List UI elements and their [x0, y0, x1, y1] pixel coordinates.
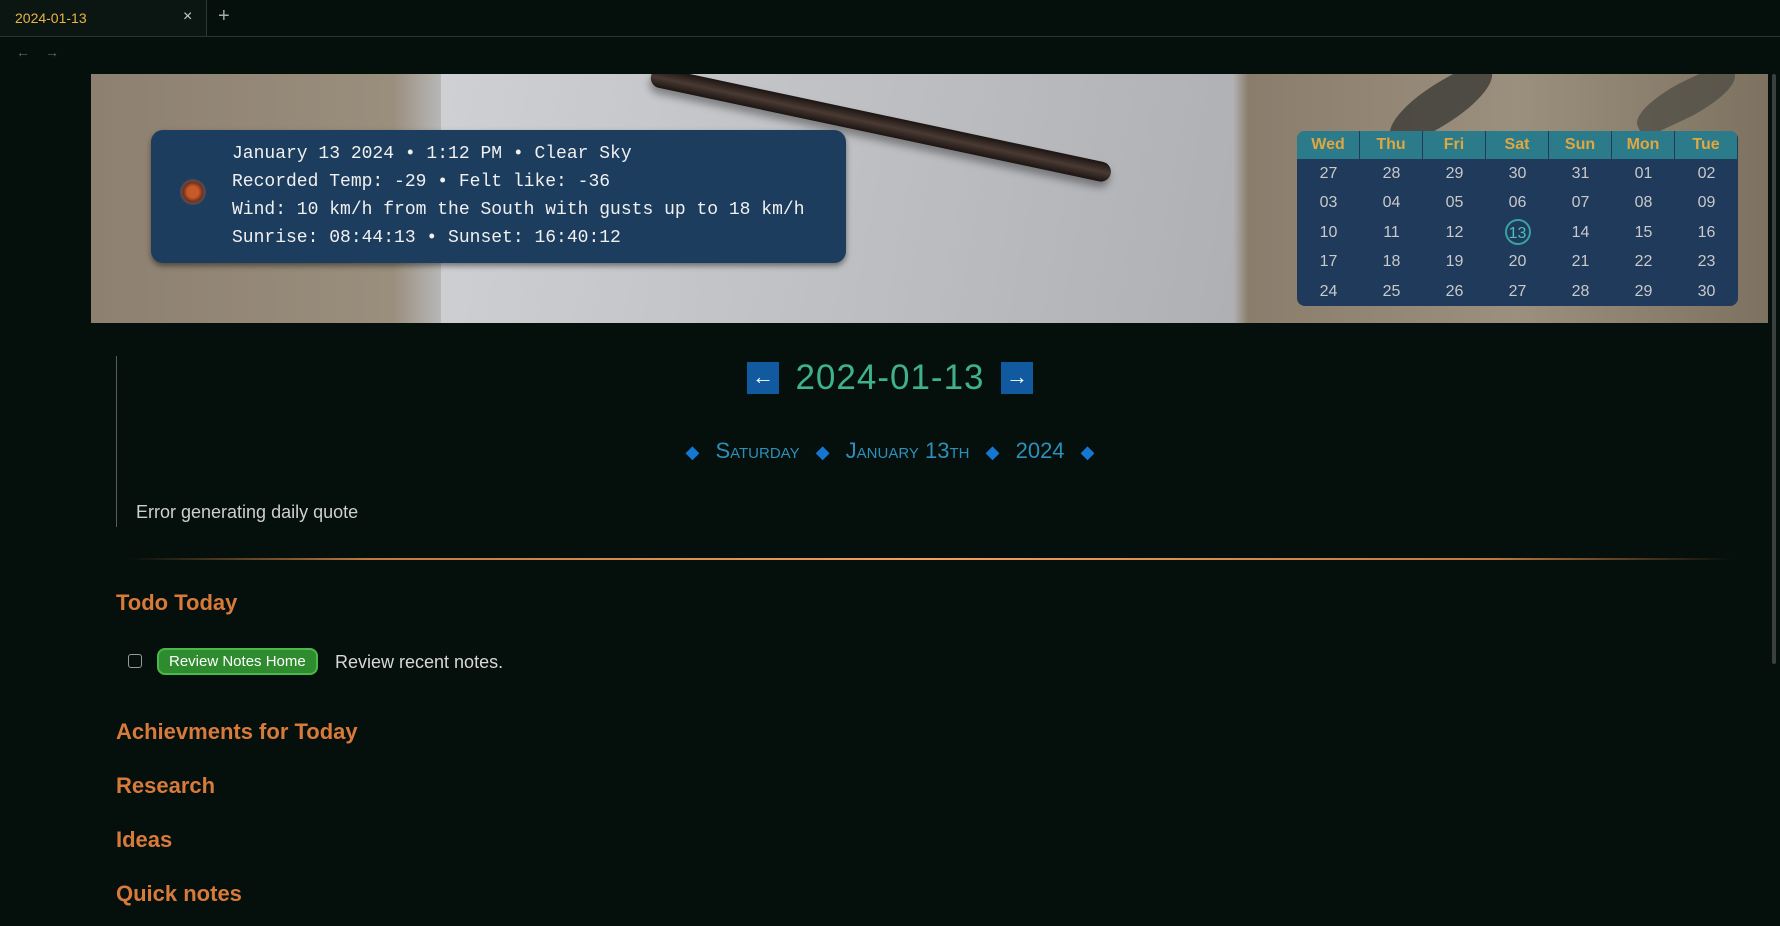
calendar-day[interactable]: 04: [1360, 188, 1423, 217]
calendar-day[interactable]: 11: [1360, 218, 1423, 247]
calendar-header: Wed Thu Fri Sat Sun Mon Tue: [1297, 131, 1738, 159]
calendar-day[interactable]: 20: [1486, 247, 1549, 276]
calendar-day[interactable]: 30: [1675, 277, 1738, 306]
calendar-weekday: Sat: [1486, 131, 1549, 159]
calendar-day[interactable]: 03: [1297, 188, 1360, 217]
banner-image: January 13 2024 • 1:12 PM • Clear Sky Rec…: [91, 74, 1768, 323]
next-day-button[interactable]: →: [1000, 362, 1033, 394]
heading-achievements: Achievments for Today: [116, 719, 358, 744]
todo-text: Review recent notes.: [335, 652, 504, 672]
tab-bar: 2024-01-13 × +: [0, 0, 1780, 37]
calendar-day[interactable]: 30: [1486, 159, 1549, 188]
review-notes-tag[interactable]: Review Notes Home: [157, 648, 318, 675]
divider: [128, 558, 1733, 560]
weather-line-date: January 13 2024 • 1:12 PM • Clear Sky: [232, 144, 632, 164]
calendar-day[interactable]: 28: [1549, 277, 1612, 306]
calendar-weekday: Wed: [1297, 131, 1360, 159]
date-navigation: ← 2024-01-13 →: [0, 358, 1780, 404]
calendar-day[interactable]: 17: [1297, 247, 1360, 276]
calendar-day[interactable]: 10: [1297, 218, 1360, 247]
calendar-week: 24 25 26 27 28 29 30: [1297, 277, 1738, 306]
calendar-week: 27 28 29 30 31 01 02: [1297, 159, 1738, 188]
calendar-day[interactable]: 29: [1423, 159, 1486, 188]
calendar-day[interactable]: 12: [1423, 218, 1486, 247]
calendar-today-label: 13: [1504, 218, 1531, 245]
sun-icon: [183, 182, 203, 202]
calendar-day[interactable]: 25: [1360, 277, 1423, 306]
daily-quote: Error generating daily quote: [136, 502, 359, 522]
month-day-label: January 13: [845, 438, 950, 463]
heading-research: Research: [116, 773, 216, 798]
calendar-day[interactable]: 31: [1549, 159, 1612, 188]
calendar-day[interactable]: 14: [1549, 218, 1612, 247]
scrollbar[interactable]: [1772, 74, 1776, 664]
calendar-day[interactable]: 07: [1549, 188, 1612, 217]
calendar-day[interactable]: 02: [1675, 159, 1738, 188]
diamond-icon: ◆: [815, 442, 830, 462]
back-arrow-icon[interactable]: ←: [16, 44, 30, 60]
calendar-day[interactable]: 19: [1423, 247, 1486, 276]
calendar-day[interactable]: 05: [1423, 188, 1486, 217]
weather-line-temp: Recorded Temp: -29 • Felt like: -36: [232, 172, 611, 192]
weather-line-sun: Sunrise: 08:44:13 • Sunset: 16:40:12: [232, 228, 621, 248]
calendar-day[interactable]: 08: [1612, 188, 1675, 217]
tab-note[interactable]: 2024-01-13 ×: [0, 0, 207, 36]
close-icon[interactable]: ×: [183, 8, 192, 26]
tab-title[interactable]: 2024-01-13: [15, 10, 87, 26]
calendar-day[interactable]: 09: [1675, 188, 1738, 217]
diamond-icon: ◆: [685, 442, 700, 462]
previous-day-button[interactable]: ←: [747, 362, 780, 394]
calendar-week: 03 04 05 06 07 08 09: [1297, 188, 1738, 217]
calendar-day[interactable]: 06: [1486, 188, 1549, 217]
diamond-icon: ◆: [985, 442, 1000, 462]
calendar-week: 17 18 19 20 21 22 23: [1297, 247, 1738, 276]
calendar-day[interactable]: 18: [1360, 247, 1423, 276]
long-date: ◆ Saturday ◆ January 13th ◆ 2024 ◆: [0, 438, 1780, 464]
calendar-day[interactable]: 16: [1675, 218, 1738, 247]
calendar-day[interactable]: 01: [1612, 159, 1675, 188]
calendar-day[interactable]: 29: [1612, 277, 1675, 306]
calendar-weekday: Thu: [1360, 131, 1423, 159]
calendar-day[interactable]: 24: [1297, 277, 1360, 306]
year-label: 2024: [1015, 438, 1065, 463]
weather-line-wind: Wind: 10 km/h from the South with gusts …: [232, 200, 805, 220]
calendar-day[interactable]: 27: [1486, 277, 1549, 306]
calendar-day[interactable]: 26: [1423, 277, 1486, 306]
heading-quick-notes: Quick notes: [116, 881, 242, 906]
day-suffix: th: [949, 438, 970, 463]
weekday-label: Saturday: [715, 438, 800, 463]
forward-arrow-icon[interactable]: →: [45, 44, 59, 60]
weather-card: January 13 2024 • 1:12 PM • Clear Sky Rec…: [151, 130, 846, 263]
heading-todo: Todo Today: [116, 590, 238, 615]
new-tab-icon[interactable]: +: [218, 5, 230, 28]
calendar-day[interactable]: 28: [1360, 159, 1423, 188]
leaf-illustration: [1628, 74, 1744, 139]
diamond-icon: ◆: [1080, 442, 1095, 462]
calendar-weekday: Mon: [1612, 131, 1675, 159]
calendar-day[interactable]: 23: [1675, 247, 1738, 276]
mini-calendar: Wed Thu Fri Sat Sun Mon Tue 27 28 29 30 …: [1297, 131, 1738, 306]
calendar-week: 10 11 12 13 14 15 16: [1297, 218, 1738, 247]
weather-details: January 13 2024 • 1:12 PM • Clear Sky Rec…: [232, 140, 805, 252]
calendar-day[interactable]: 15: [1612, 218, 1675, 247]
page-title: 2024-01-13: [795, 358, 985, 397]
calendar-day[interactable]: 27: [1297, 159, 1360, 188]
todo-checkbox[interactable]: [128, 654, 142, 668]
calendar-weekday: Tue: [1675, 131, 1738, 159]
calendar-day-today[interactable]: 13: [1486, 218, 1549, 247]
heading-ideas: Ideas: [116, 827, 173, 852]
calendar-day[interactable]: 22: [1612, 247, 1675, 276]
calendar-weekday: Fri: [1423, 131, 1486, 159]
calendar-day[interactable]: 21: [1549, 247, 1612, 276]
calendar-weekday: Sun: [1549, 131, 1612, 159]
